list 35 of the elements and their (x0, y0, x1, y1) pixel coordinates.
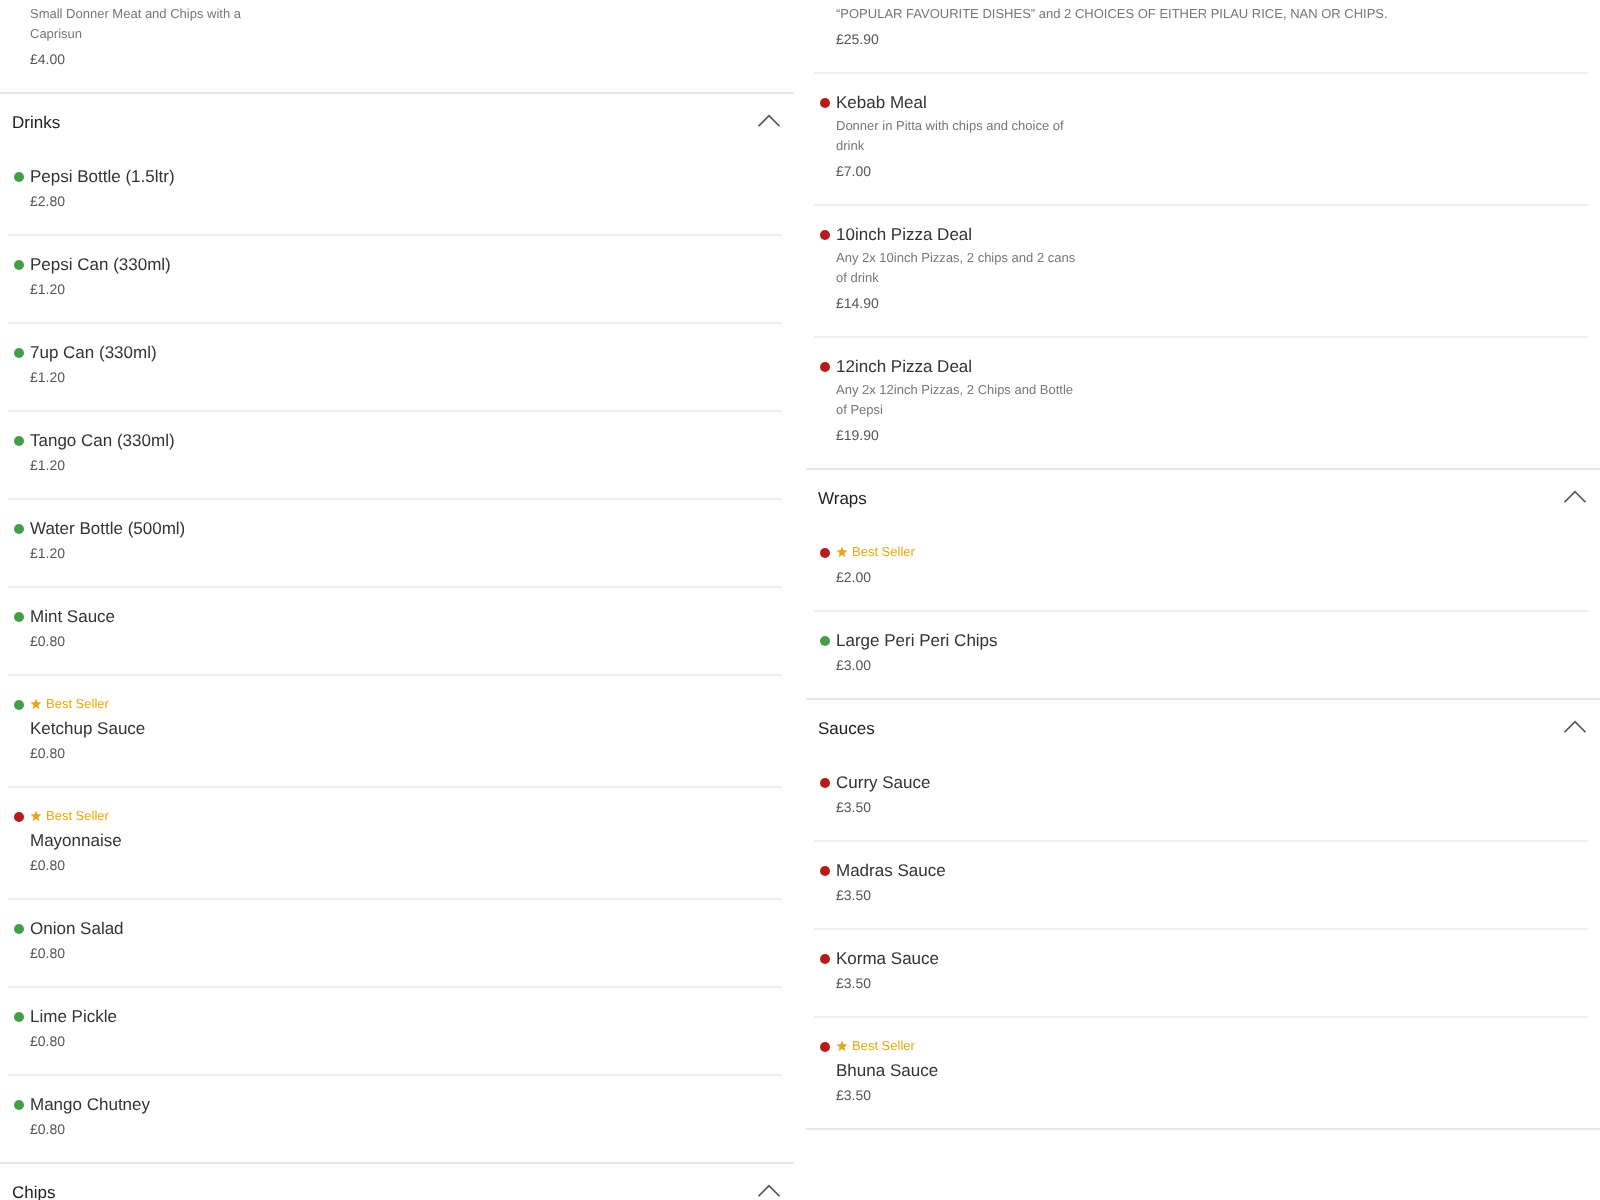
item-name: Curry Sauce (836, 772, 931, 792)
chevron-up-icon[interactable] (756, 114, 782, 128)
chevron-up-icon[interactable] (756, 1184, 782, 1198)
chevron-up-icon[interactable] (1562, 490, 1588, 504)
item-name: Madras Sauce (836, 860, 946, 880)
item-name: 12inch Pizza Deal (836, 356, 973, 376)
item-name: 10inch Pizza Deal (836, 224, 973, 244)
category-title: Drinks (12, 111, 61, 131)
chevron-up-icon[interactable] (1562, 720, 1588, 734)
star-icon (836, 546, 848, 558)
item-name: Lime Pickle (30, 1006, 117, 1026)
category-title: Chips (12, 1181, 56, 1200)
item-name: Ketchup Sauce (30, 718, 146, 738)
item-name: Water Bottle (500ml) (30, 518, 186, 538)
star-icon (30, 698, 42, 710)
item-name: Mango Chutney (30, 1094, 151, 1114)
item-name: Mint Sauce (30, 606, 116, 626)
item-name: Pepsi Bottle (1.5ltr) (30, 166, 175, 186)
item-name: 7up Can (330ml) (30, 342, 157, 362)
category-title: Sauces (818, 717, 875, 737)
item-name: Onion Salad (30, 918, 124, 938)
category-header[interactable]: Drinks (0, 94, 794, 148)
category-header[interactable]: Wraps (806, 470, 1600, 524)
item-name: Large Peri Peri Chips (836, 630, 998, 650)
item-name: Tango Can (330ml) (30, 430, 175, 450)
category-header[interactable]: Sauces (806, 700, 1600, 754)
star-icon (836, 1040, 848, 1052)
item-name: Pepsi Can (330ml) (30, 254, 171, 274)
item-name: Kebab Meal (836, 92, 927, 112)
category-header[interactable]: Chips (0, 1164, 794, 1200)
item-name: Bhuna Sauce (836, 1060, 939, 1080)
star-icon (30, 810, 42, 822)
category-title: Wraps (818, 487, 867, 507)
item-name: Korma Sauce (836, 948, 939, 968)
item-name: Mayonnaise (30, 830, 122, 850)
